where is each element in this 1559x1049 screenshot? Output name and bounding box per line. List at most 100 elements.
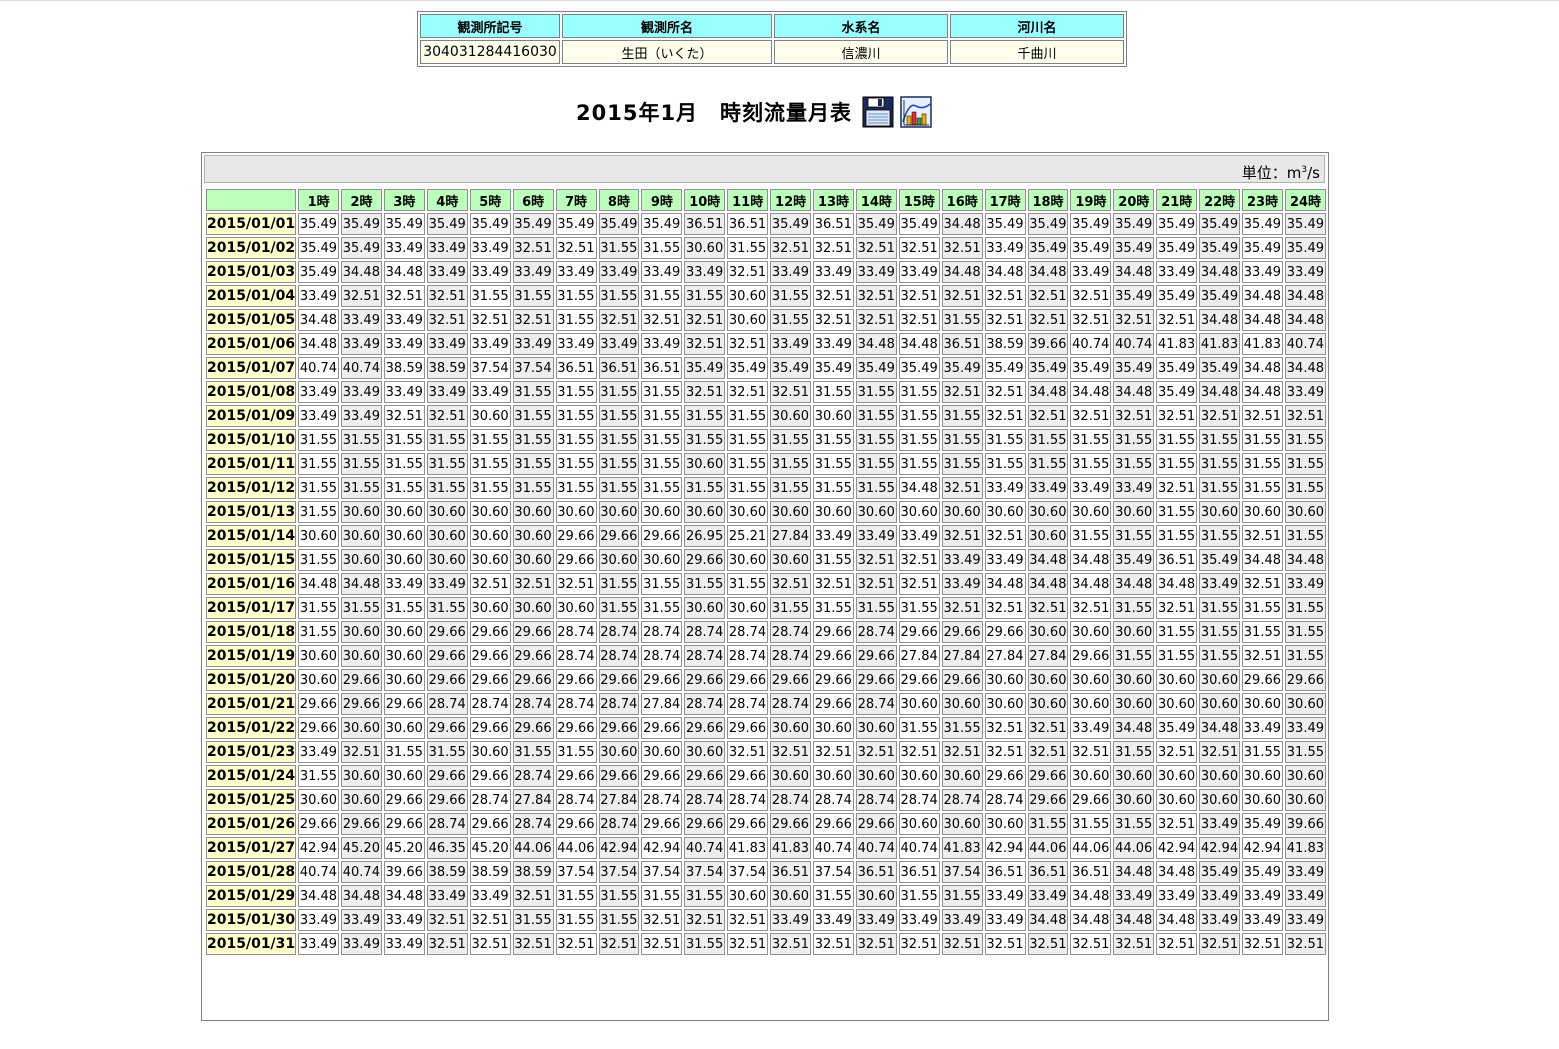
flow-value: 29.66	[984, 765, 1026, 787]
row-date: 2015/01/13	[206, 501, 297, 523]
flow-value: 33.49	[426, 333, 468, 355]
flow-value: 30.60	[984, 813, 1026, 835]
flow-value: 35.49	[1113, 549, 1155, 571]
table-row: 2015/01/01 35.49 35.49 35.49 35.49 35.49 35.49…	[206, 213, 1326, 235]
row-date: 2015/01/01	[206, 213, 297, 235]
flow-value: 31.55	[1199, 429, 1241, 451]
flow-value: 34.48	[1027, 573, 1069, 595]
flow-value: 33.49	[298, 381, 340, 403]
flow-value: 30.60	[383, 621, 425, 643]
row-date: 2015/01/12	[206, 477, 297, 499]
flow-value: 33.49	[1199, 813, 1241, 835]
flow-value: 28.74	[684, 645, 726, 667]
flow-value: 30.60	[770, 405, 812, 427]
flow-value: 30.60	[469, 405, 511, 427]
flow-value: 42.94	[598, 837, 640, 859]
flow-value: 30.60	[984, 669, 1026, 691]
flow-value: 29.66	[512, 645, 554, 667]
flow-value: 28.74	[984, 789, 1026, 811]
flow-value: 30.60	[383, 717, 425, 739]
flow-value: 31.55	[684, 285, 726, 307]
flow-value: 31.55	[770, 477, 812, 499]
flow-value: 31.55	[555, 741, 597, 763]
flow-value: 30.60	[898, 765, 940, 787]
flow-value: 33.49	[469, 381, 511, 403]
flow-value: 32.51	[898, 285, 940, 307]
flow-value: 31.55	[1113, 813, 1155, 835]
flow-value: 44.06	[1070, 837, 1112, 859]
flow-value: 31.55	[684, 477, 726, 499]
flow-value: 35.49	[469, 213, 511, 235]
flow-value: 31.55	[555, 885, 597, 907]
flow-value: 31.55	[598, 909, 640, 931]
flow-value: 30.60	[813, 405, 854, 427]
flow-value: 27.84	[898, 645, 940, 667]
hour-header: 19時	[1070, 189, 1112, 211]
row-date: 2015/01/26	[206, 813, 297, 835]
page-title: 2015年1月 時刻流量月表	[576, 101, 853, 125]
flow-value: 32.51	[941, 525, 983, 547]
flow-value: 33.49	[383, 573, 425, 595]
flow-value: 31.55	[598, 237, 640, 259]
flow-value: 30.60	[426, 501, 468, 523]
flow-value: 30.60	[770, 501, 812, 523]
flow-value: 27.84	[1027, 645, 1069, 667]
flow-value: 34.48	[1113, 573, 1155, 595]
flow-value: 31.55	[598, 381, 640, 403]
flow-value: 30.60	[1027, 501, 1069, 523]
row-date: 2015/01/28	[206, 861, 297, 883]
flow-value: 32.51	[855, 741, 897, 763]
flow-value: 31.55	[426, 477, 468, 499]
flow-value: 34.48	[1027, 261, 1069, 283]
chart-icon[interactable]	[900, 96, 932, 128]
flow-value: 31.55	[941, 885, 983, 907]
flow-value: 29.66	[298, 693, 340, 715]
flow-value: 30.60	[1070, 765, 1112, 787]
flow-value: 30.60	[383, 645, 425, 667]
flow-value: 30.60	[770, 717, 812, 739]
flow-value: 38.59	[383, 357, 425, 379]
flow-value: 29.66	[512, 669, 554, 691]
flow-value: 38.59	[984, 333, 1026, 355]
flow-value: 32.51	[512, 885, 554, 907]
flow-value: 36.51	[770, 861, 812, 883]
flow-value: 31.55	[298, 429, 340, 451]
flow-value: 33.49	[341, 333, 382, 355]
flow-value: 31.55	[426, 597, 468, 619]
flow-value: 34.48	[341, 573, 382, 595]
flow-value: 32.51	[1199, 741, 1241, 763]
flow-value: 29.66	[469, 813, 511, 835]
table-row: 2015/01/09 33.49 33.49 32.51 32.51 30.60 31.55…	[206, 405, 1326, 427]
flow-value: 30.60	[383, 765, 425, 787]
flow-value: 31.55	[898, 717, 940, 739]
save-icon[interactable]	[862, 96, 894, 128]
header-station-name: 観測所名	[562, 14, 772, 38]
flow-value: 32.51	[469, 933, 511, 955]
row-date: 2015/01/20	[206, 669, 297, 691]
hourly-flow-table: 1時 2時 3時 4時 5時 6時 7時 8時 9時 10時 11時 12時 13時 14時 15時 16時 1…	[204, 187, 1328, 957]
flow-value: 34.48	[1113, 261, 1155, 283]
flow-value: 33.49	[512, 261, 554, 283]
table-row: 2015/01/21 29.66 29.66 29.66 28.74 28.74 28.74…	[206, 693, 1326, 715]
flow-value: 32.51	[941, 237, 983, 259]
table-row: 2015/01/10 31.55 31.55 31.55 31.55 31.55 31.55…	[206, 429, 1326, 451]
flow-value: 31.55	[426, 741, 468, 763]
flow-value: 34.48	[1242, 357, 1283, 379]
flow-value: 33.49	[298, 741, 340, 763]
flow-value: 30.60	[383, 669, 425, 691]
flow-value: 35.49	[1113, 237, 1155, 259]
flow-value: 30.60	[641, 741, 683, 763]
flow-value: 34.48	[1027, 549, 1069, 571]
station-code: 304031284416030	[420, 40, 560, 64]
flow-value: 33.49	[984, 885, 1026, 907]
flow-value: 30.60	[813, 765, 854, 787]
flow-value: 31.55	[1070, 453, 1112, 475]
table-row: 2015/01/22 29.66 30.60 30.60 29.66 29.66 29.66…	[206, 717, 1326, 739]
flow-value: 31.55	[341, 453, 382, 475]
flow-value: 31.55	[298, 453, 340, 475]
flow-value: 32.51	[555, 573, 597, 595]
flow-value: 34.48	[383, 885, 425, 907]
flow-value: 34.48	[1156, 909, 1198, 931]
flow-value: 31.55	[641, 597, 683, 619]
flow-value: 33.49	[341, 381, 382, 403]
